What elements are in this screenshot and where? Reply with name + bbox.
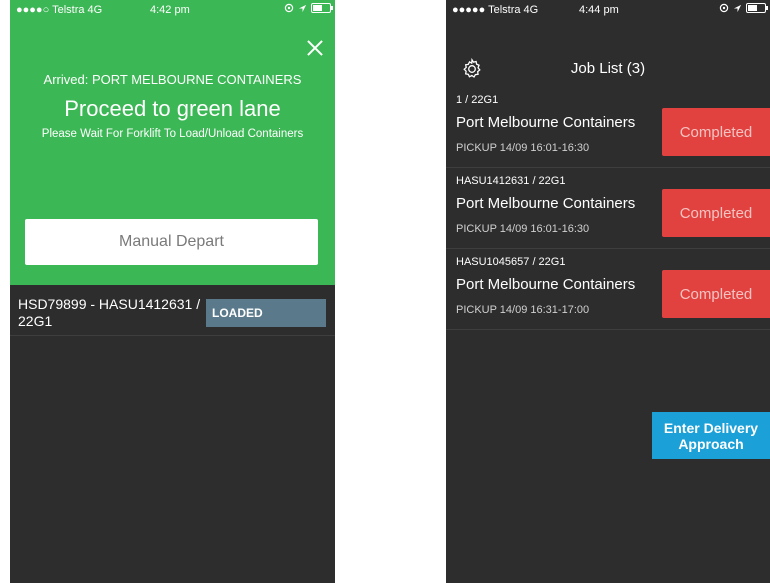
- page-title: Job List (3): [570, 60, 646, 77]
- job-id: HASU1045657 / 22G1: [456, 256, 566, 268]
- clock: 4:42 pm: [150, 4, 190, 16]
- battery-icon: [311, 3, 333, 13]
- rotation-lock-icon: [719, 3, 729, 13]
- completed-button[interactable]: Completed: [662, 108, 770, 156]
- job-name: Port Melbourne Containers: [456, 114, 636, 131]
- job-schedule: PICKUP 14/09 16:01-16:30: [456, 223, 590, 235]
- manual-depart-button[interactable]: Manual Depart: [25, 219, 318, 265]
- instruction-heading: Proceed to green lane: [64, 96, 281, 121]
- arrived-text: Arrived: PORT MELBOURNE CONTAINERS: [43, 72, 302, 87]
- button-label-line1: Enter Delivery: [663, 419, 759, 436]
- job-schedule: PICKUP 14/09 16:31-17:00: [456, 304, 590, 316]
- job-name: Port Melbourne Containers: [456, 276, 636, 293]
- job-row[interactable]: HASU1412631 / 22G1 Port Melbourne Contai…: [446, 168, 770, 249]
- status-badge: LOADED: [206, 299, 326, 327]
- button-label-line2: Approach: [678, 435, 744, 452]
- clock: 4:44 pm: [579, 4, 619, 16]
- job-schedule: PICKUP 14/09 16:01-16:30: [456, 142, 590, 154]
- arrival-panel: ●●●●○ Telstra 4G 4:42 pm Arrived: PORT M…: [10, 0, 335, 285]
- job-id: 1 / 22G1: [456, 94, 499, 106]
- status-bar: ●●●●● Telstra 4G 4:44 pm: [446, 0, 770, 20]
- job-row[interactable]: 1 / 22G1 Port Melbourne Containers PICKU…: [446, 87, 770, 168]
- job-name: Port Melbourne Containers: [456, 195, 636, 212]
- job-row[interactable]: HASU1045657 / 22G1 Port Melbourne Contai…: [446, 249, 770, 330]
- arrival-screen: ●●●●○ Telstra 4G 4:42 pm Arrived: PORT M…: [10, 0, 335, 583]
- wait-message: Please Wait For Forklift To Load/Unload …: [41, 128, 304, 140]
- container-reference: HSD79899 - HASU1412631 / 22G1: [18, 296, 201, 329]
- carrier-label: ●●●●● Telstra 4G: [452, 4, 539, 16]
- rotation-lock-icon: [284, 3, 294, 13]
- battery-icon: [746, 3, 768, 13]
- close-icon[interactable]: [307, 40, 323, 56]
- location-arrow-icon: [298, 4, 307, 12]
- job-id: HASU1412631 / 22G1: [456, 175, 566, 187]
- status-icons: [284, 3, 333, 13]
- completed-button[interactable]: Completed: [662, 189, 770, 237]
- status-icons: [719, 3, 768, 13]
- location-arrow-icon: [733, 4, 742, 12]
- job-list-screen: ●●●●● Telstra 4G 4:44 pm Job List (3) 1 …: [446, 0, 770, 583]
- enter-delivery-approach-button[interactable]: Enter Delivery Approach: [652, 412, 770, 459]
- carrier-label: ●●●●○ Telstra 4G: [16, 4, 103, 16]
- container-row[interactable]: HSD79899 - HASU1412631 / 22G1 LOADED: [10, 285, 335, 336]
- completed-button[interactable]: Completed: [662, 270, 770, 318]
- status-bar: ●●●●○ Telstra 4G 4:42 pm: [10, 0, 335, 20]
